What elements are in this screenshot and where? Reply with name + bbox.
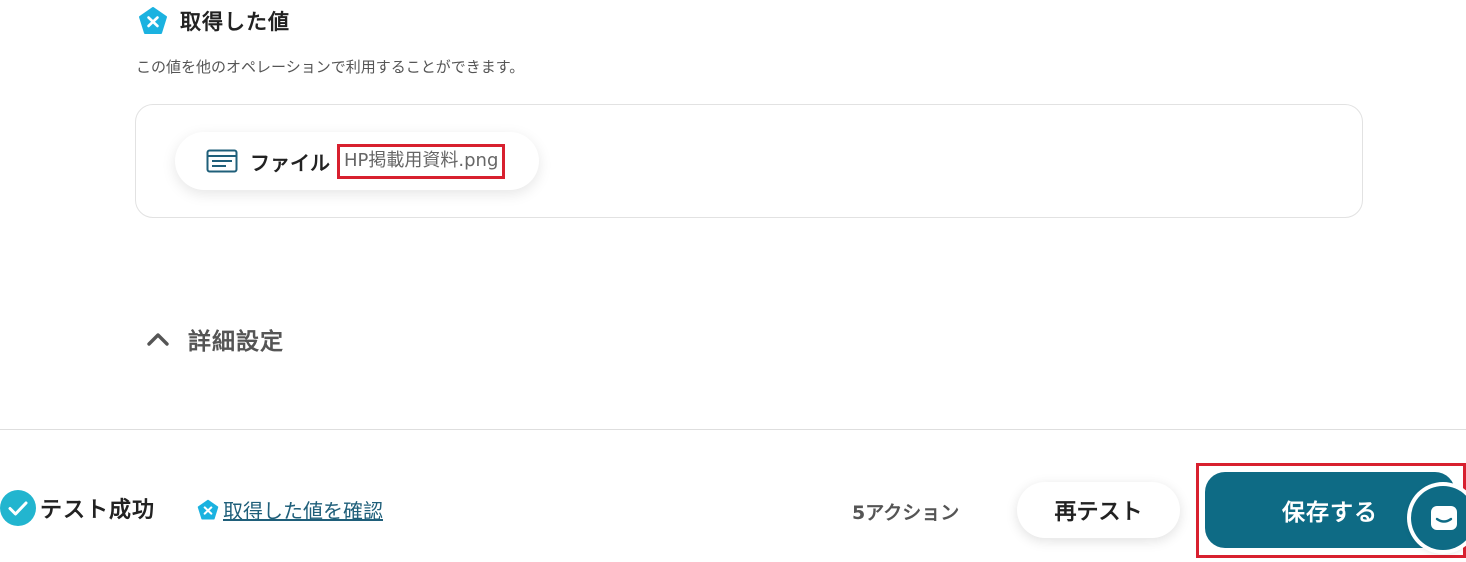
advanced-settings-toggle[interactable]: 詳細設定 <box>146 322 284 356</box>
file-window-icon <box>206 149 238 173</box>
section-title: 取得した値 <box>180 10 290 34</box>
test-status: テスト成功 <box>0 490 155 526</box>
view-values-text[interactable]: 取得した値を確認 <box>223 495 383 524</box>
section-header: 取得した値 <box>138 6 290 36</box>
check-circle-icon <box>0 490 36 526</box>
output-field-value: HP掲載用資料.png <box>337 143 506 179</box>
pentagon-x-icon <box>139 7 167 34</box>
status-label: テスト成功 <box>40 498 156 523</box>
chevron-up-icon <box>147 333 169 346</box>
footer-divider <box>0 429 1466 430</box>
action-count: 5アクション <box>852 502 960 524</box>
output-values-box: ファイル HP掲載用資料.png <box>135 104 1363 218</box>
chat-icon <box>1431 506 1457 530</box>
chat-widget-button[interactable] <box>1411 486 1466 550</box>
section-description: この値を他のオペレーションで利用することができます。 <box>136 58 525 76</box>
view-values-link[interactable]: 取得した値を確認 <box>197 495 383 524</box>
page: 取得した値 この値を他のオペレーションで利用することができます。 ファイル HP… <box>0 0 1466 562</box>
output-field-chip[interactable]: ファイル HP掲載用資料.png <box>175 132 539 190</box>
pentagon-x-icon <box>197 499 219 520</box>
output-field-label: ファイル <box>250 150 330 175</box>
advanced-settings-label: 詳細設定 <box>188 329 284 355</box>
retest-button[interactable]: 再テスト <box>1017 482 1180 538</box>
